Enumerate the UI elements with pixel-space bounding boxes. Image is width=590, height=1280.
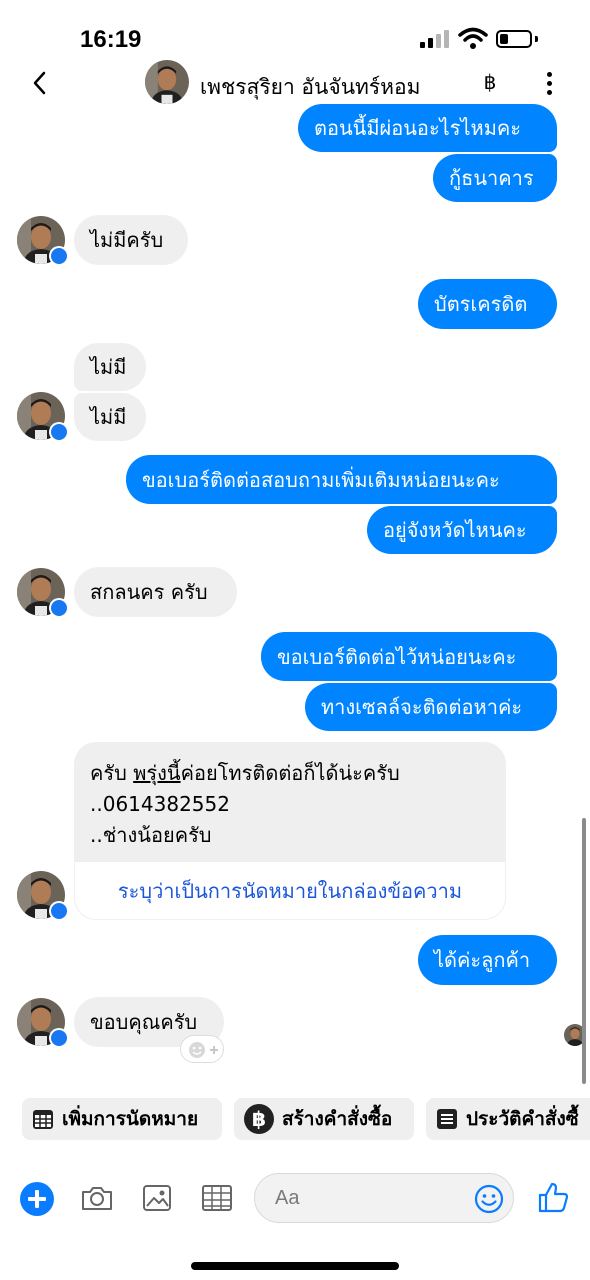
message-outgoing[interactable]: ขอเบอร์ติดต่อไว้หน่อยนะคะ (261, 632, 557, 681)
wifi-icon (458, 27, 488, 49)
message-outgoing[interactable]: ขอเบอร์ติดต่อสอบถามเพิ่มเติมหน่อยนะคะ (126, 455, 557, 504)
sender-avatar[interactable] (17, 216, 69, 266)
sender-avatar[interactable] (17, 392, 69, 442)
card-line-3: ..ช่างน้อยครับ (90, 823, 212, 847)
status-bar: 16:19 (0, 0, 590, 60)
gallery-icon[interactable] (140, 1182, 174, 1214)
quick-action-add-appointment[interactable]: เพิ่มการนัดหมาย (22, 1098, 222, 1140)
baht-button[interactable]: ฿ (478, 68, 502, 96)
signal-icon (420, 30, 450, 48)
add-reaction-button[interactable] (180, 1035, 224, 1063)
calendar-icon (33, 1110, 53, 1129)
home-indicator (191, 1262, 399, 1270)
quick-action-label: เพิ่มการนัดหมาย (62, 1108, 199, 1130)
message-outgoing[interactable]: ตอนนี้มีผ่อนอะไรไหมคะ (298, 104, 557, 152)
sender-avatar[interactable] (17, 998, 69, 1048)
sender-avatar[interactable] (17, 568, 69, 618)
card-line-1: ครับ พรุ่งนี้ค่อยโทรติดต่อก็ได้น่ะครับ (90, 758, 490, 789)
card-text: ครับ (90, 761, 134, 785)
baht-icon: ฿ (244, 1104, 274, 1134)
battery-tip (535, 36, 538, 42)
message-incoming[interactable]: สกลนคร ครับ (74, 567, 237, 617)
card-text: ค่อยโทรติดต่อก็ได้น่ะครับ (180, 761, 400, 785)
message-incoming[interactable]: ไม่มี (74, 393, 146, 441)
messenger-badge-icon (49, 246, 69, 266)
messenger-badge-icon (49, 598, 69, 618)
quick-action-order-history[interactable]: ประวัติคำสั่งซื้ (426, 1098, 590, 1140)
status-time: 16:19 (80, 26, 142, 53)
message-composer: Aa (0, 1168, 590, 1228)
message-outgoing[interactable]: กู้ธนาคาร (433, 154, 557, 202)
card-body: ครับ พรุ่งนี้ค่อยโทรติดต่อก็ได้น่ะครับ .… (74, 742, 506, 862)
more-options-button[interactable] (538, 70, 562, 96)
message-input[interactable]: Aa (254, 1173, 514, 1223)
header-avatar[interactable] (145, 60, 189, 104)
date-link[interactable]: พรุ่งนี้ (133, 761, 180, 785)
back-button[interactable] (28, 68, 52, 98)
card-phone[interactable]: ..0614382552 (90, 789, 490, 820)
contact-name[interactable]: เพชรสุริยา อันจันทร์หอม (200, 71, 420, 104)
message-input-placeholder: Aa (275, 1187, 300, 1209)
table-icon[interactable] (200, 1182, 234, 1214)
message-outgoing[interactable]: บัตรเครดิต (418, 279, 557, 329)
messenger-badge-icon (49, 901, 69, 921)
like-icon[interactable] (536, 1180, 570, 1214)
message-incoming[interactable]: ไม่มีครับ (74, 215, 188, 265)
battery-icon (496, 30, 532, 48)
set-appointment-button[interactable]: ระบุว่าเป็นการนัดหมายในกล่องข้อความ (75, 862, 505, 919)
svg-text:฿: ฿ (252, 1107, 266, 1131)
message-outgoing[interactable]: ทางเซลล์จะติดต่อหาค่ะ (305, 683, 557, 731)
messenger-badge-icon (49, 1028, 69, 1048)
quick-action-create-order[interactable]: ฿ สร้างคำสั่งซื้อ (234, 1098, 414, 1140)
scrollbar[interactable] (582, 818, 586, 1084)
messenger-badge-icon (49, 422, 69, 442)
list-icon (437, 1109, 457, 1129)
message-outgoing[interactable]: อยู่จังหวัดไหนคะ (367, 506, 557, 554)
camera-icon[interactable] (80, 1182, 114, 1214)
message-card[interactable]: ครับ พรุ่งนี้ค่อยโทรติดต่อก็ได้น่ะครับ .… (74, 742, 506, 920)
sender-avatar[interactable] (17, 871, 69, 921)
quick-action-label: ประวัติคำสั่งซื้ (466, 1108, 579, 1130)
plus-button[interactable] (20, 1182, 54, 1216)
message-outgoing[interactable]: ได้ค่ะลูกค้า (418, 935, 557, 985)
chat-header: เพชรสุริยา อันจันทร์หอม ฿ (0, 60, 590, 110)
emoji-icon[interactable] (473, 1183, 505, 1215)
message-incoming[interactable]: ไม่มี (74, 343, 146, 391)
quick-action-label: สร้างคำสั่งซื้อ (282, 1108, 393, 1130)
